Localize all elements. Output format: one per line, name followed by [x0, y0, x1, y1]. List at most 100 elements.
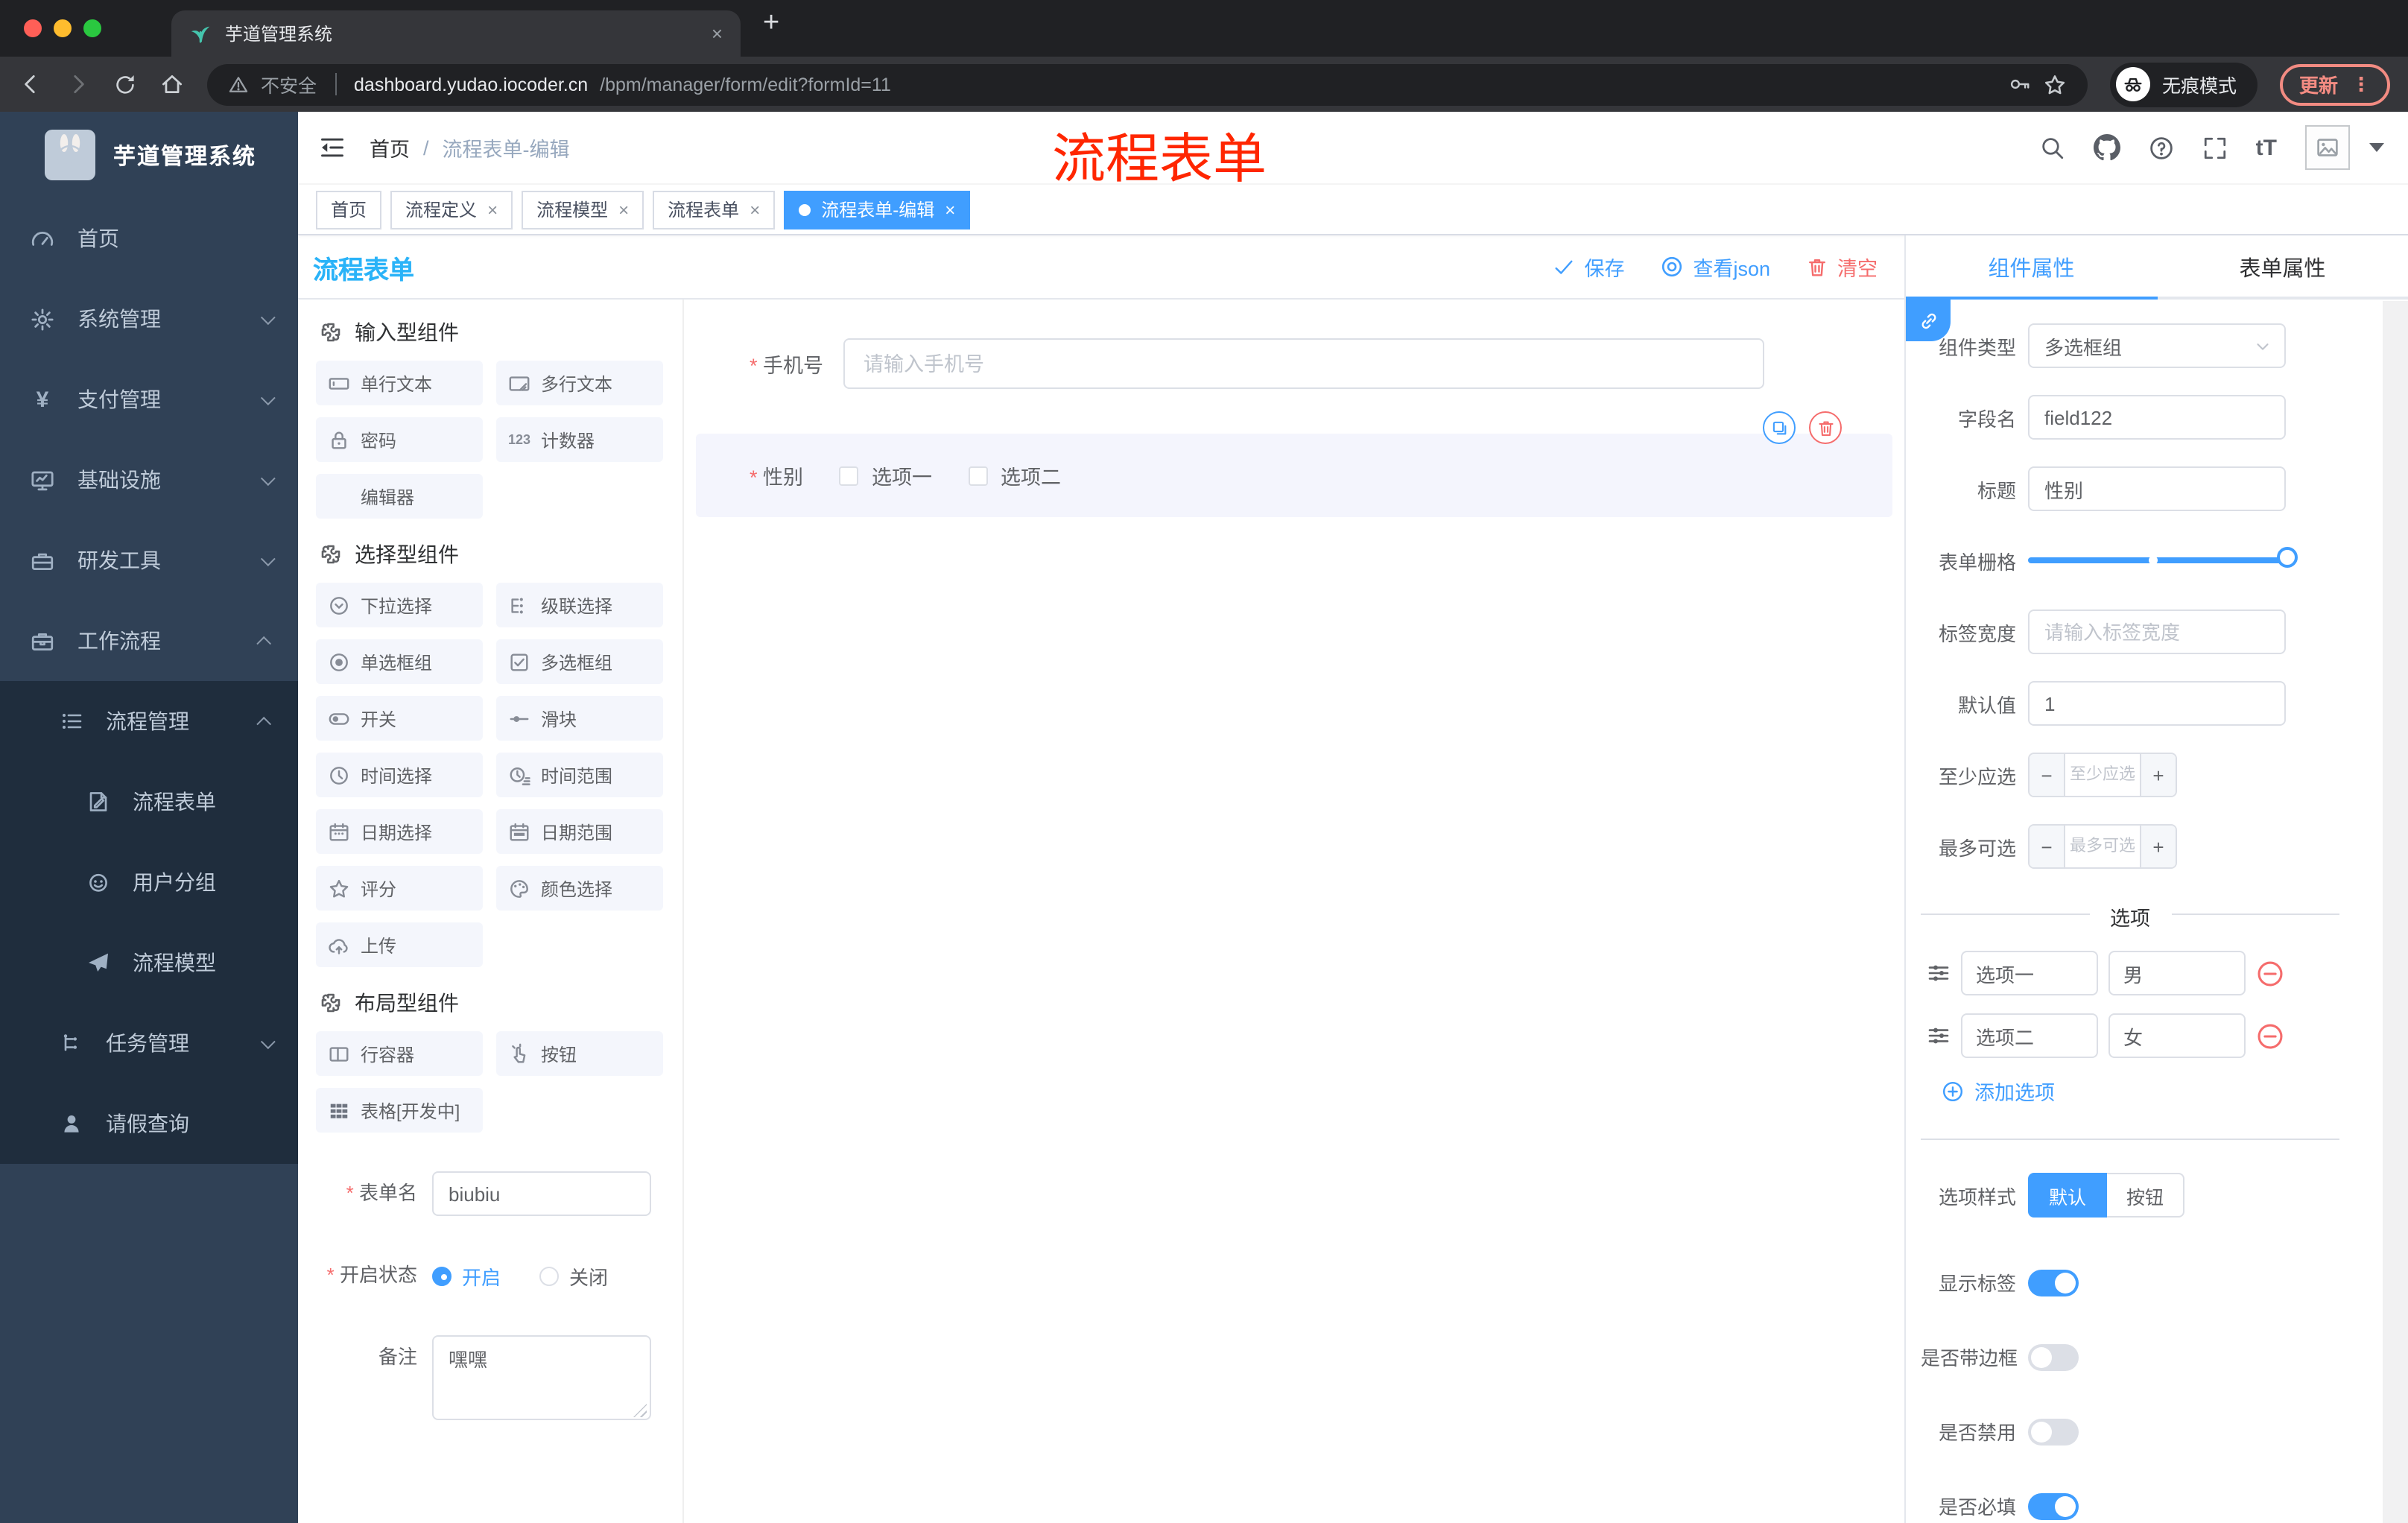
tab-close-icon[interactable]: × [712, 22, 723, 45]
slider-handle[interactable] [2277, 547, 2298, 568]
comp-editor[interactable]: 编辑器 [316, 474, 483, 519]
tab-form-props[interactable]: 表单属性 [2157, 235, 2408, 300]
add-option-button[interactable]: 添加选项 [1942, 1076, 2366, 1106]
stepper-plus-button[interactable]: + [2140, 826, 2176, 867]
help-icon[interactable] [2149, 135, 2174, 160]
tab-component-props[interactable]: 组件属性 [1906, 235, 2157, 300]
password-key-icon[interactable] [2009, 73, 2031, 95]
sidebar-item-process-management[interactable]: 流程管理 [0, 681, 298, 762]
breadcrumb-home[interactable]: 首页 [370, 133, 410, 162]
font-size-icon[interactable]: tT [2256, 135, 2277, 160]
default-value-input[interactable] [2028, 681, 2286, 726]
option-value-input[interactable] [2108, 1013, 2246, 1058]
sidebar-item-home[interactable]: 首页 [0, 198, 298, 279]
comp-select[interactable]: 下拉选择 [316, 583, 483, 627]
comp-upload[interactable]: 上传 [316, 922, 483, 967]
status-radio-off[interactable]: 关闭 [539, 1261, 608, 1290]
not-secure-icon[interactable] [228, 74, 249, 95]
panel-scrollbar-gutter[interactable] [2383, 301, 2408, 1523]
tag-process-form-edit[interactable]: 流程表单-编辑 × [784, 190, 971, 229]
avatar-caret-icon[interactable] [2369, 143, 2384, 152]
comp-button[interactable]: 按钮 [496, 1031, 663, 1076]
sidebar-item-process-form[interactable]: 流程表单 [0, 762, 298, 842]
comp-cascader[interactable]: 级联选择 [496, 583, 663, 627]
field-phone[interactable]: 手机号 [696, 338, 1892, 389]
comp-slider[interactable]: 滑块 [496, 696, 663, 741]
tag-process-model[interactable]: 流程模型 × [522, 190, 644, 229]
window-minimize-button[interactable] [54, 19, 72, 37]
remove-option-icon[interactable] [2256, 959, 2284, 987]
slider-track[interactable] [2028, 547, 2298, 568]
gender-option-1[interactable]: 选项一 [839, 460, 932, 490]
stepper-plus-button[interactable]: + [2140, 754, 2176, 796]
field-name-input[interactable] [2028, 395, 2286, 440]
tag-close-icon[interactable]: × [945, 199, 955, 220]
style-button-button[interactable]: 按钮 [2107, 1173, 2185, 1218]
fullscreen-icon[interactable] [2202, 135, 2228, 160]
option-label-input[interactable] [1961, 951, 2098, 995]
window-close-button[interactable] [24, 19, 42, 37]
sidebar-item-process-model[interactable]: 流程模型 [0, 922, 298, 1003]
form-remark-textarea[interactable]: 嘿嘿 [432, 1335, 651, 1420]
sidebar-item-task-management[interactable]: 任务管理 [0, 1003, 298, 1083]
gender-option-2[interactable]: 选项二 [968, 460, 1061, 490]
comp-switch[interactable]: 开关 [316, 696, 483, 741]
new-tab-button[interactable]: + [763, 7, 779, 40]
with-border-toggle[interactable] [2028, 1343, 2079, 1370]
min-select-input[interactable] [2065, 754, 2140, 796]
bookmark-star-icon[interactable] [2043, 72, 2067, 96]
comp-time-picker[interactable]: 时间选择 [316, 753, 483, 797]
view-json-button[interactable]: 查看json [1660, 252, 1770, 282]
comp-date-picker[interactable]: 日期选择 [316, 809, 483, 854]
comp-password[interactable]: 密码 [316, 417, 483, 462]
sidebar-item-system[interactable]: 系统管理 [0, 279, 298, 359]
drag-handle-icon[interactable] [1927, 1024, 1951, 1048]
sidebar-item-payment[interactable]: ¥ 支付管理 [0, 359, 298, 440]
forward-icon[interactable] [66, 72, 91, 97]
back-icon[interactable] [18, 72, 43, 97]
checkbox[interactable] [968, 466, 988, 485]
sidebar-item-infrastructure[interactable]: 基础设施 [0, 440, 298, 520]
browser-update-button[interactable]: 更新 ⋮ [2279, 63, 2390, 105]
tag-home[interactable]: 首页 [316, 190, 382, 229]
browser-tab[interactable]: 芋道管理系统 × [171, 10, 741, 57]
browser-menu-dots-icon[interactable]: ⋮ [2351, 72, 2371, 96]
sidebar-collapse-icon[interactable] [319, 134, 346, 161]
comp-rate[interactable]: 评分 [316, 866, 483, 911]
comp-date-range[interactable]: 日期范围 [496, 809, 663, 854]
max-select-input[interactable] [2065, 826, 2140, 867]
form-grid-slider[interactable] [2028, 538, 2298, 583]
style-default-button[interactable]: 默认 [2028, 1173, 2108, 1218]
comp-table[interactable]: 表格[开发中] [316, 1088, 483, 1133]
save-button[interactable]: 保存 [1553, 252, 1624, 282]
duplicate-component-button[interactable] [1763, 411, 1796, 444]
status-radio-on[interactable]: 开启 [432, 1261, 501, 1290]
remove-option-icon[interactable] [2256, 1022, 2284, 1050]
tag-close-icon[interactable]: × [487, 199, 498, 220]
window-zoom-button[interactable] [83, 19, 101, 37]
search-icon[interactable] [2040, 135, 2065, 160]
comp-row-container[interactable]: 行容器 [316, 1031, 483, 1076]
title-input[interactable] [2028, 466, 2286, 511]
label-width-input[interactable] [2028, 609, 2286, 654]
component-type-select[interactable]: 多选框组 [2028, 323, 2286, 368]
github-icon[interactable] [2094, 134, 2120, 161]
sidebar-item-workflow[interactable]: 工作流程 [0, 601, 298, 681]
clear-button[interactable]: 清空 [1806, 252, 1878, 282]
show-label-toggle[interactable] [2028, 1269, 2079, 1296]
home-icon[interactable] [159, 72, 185, 97]
sidebar-item-devtools[interactable]: 研发工具 [0, 520, 298, 601]
field-gender-selected[interactable]: 性别 选项一 选项二 [696, 411, 1892, 517]
delete-component-button[interactable] [1809, 411, 1842, 444]
tag-close-icon[interactable]: × [750, 199, 760, 220]
checkbox[interactable] [839, 466, 859, 485]
comp-radio-group[interactable]: 单选框组 [316, 639, 483, 684]
comp-checkbox-group[interactable]: 多选框组 [496, 639, 663, 684]
option-label-input[interactable] [1961, 1013, 2098, 1058]
stepper-minus-button[interactable]: − [2030, 826, 2065, 867]
tag-process-form[interactable]: 流程表单 × [653, 190, 776, 229]
link-tag[interactable] [1906, 300, 1951, 341]
drag-handle-icon[interactable] [1927, 961, 1951, 985]
comp-single-line-text[interactable]: 单行文本 [316, 361, 483, 405]
option-value-input[interactable] [2108, 951, 2246, 995]
